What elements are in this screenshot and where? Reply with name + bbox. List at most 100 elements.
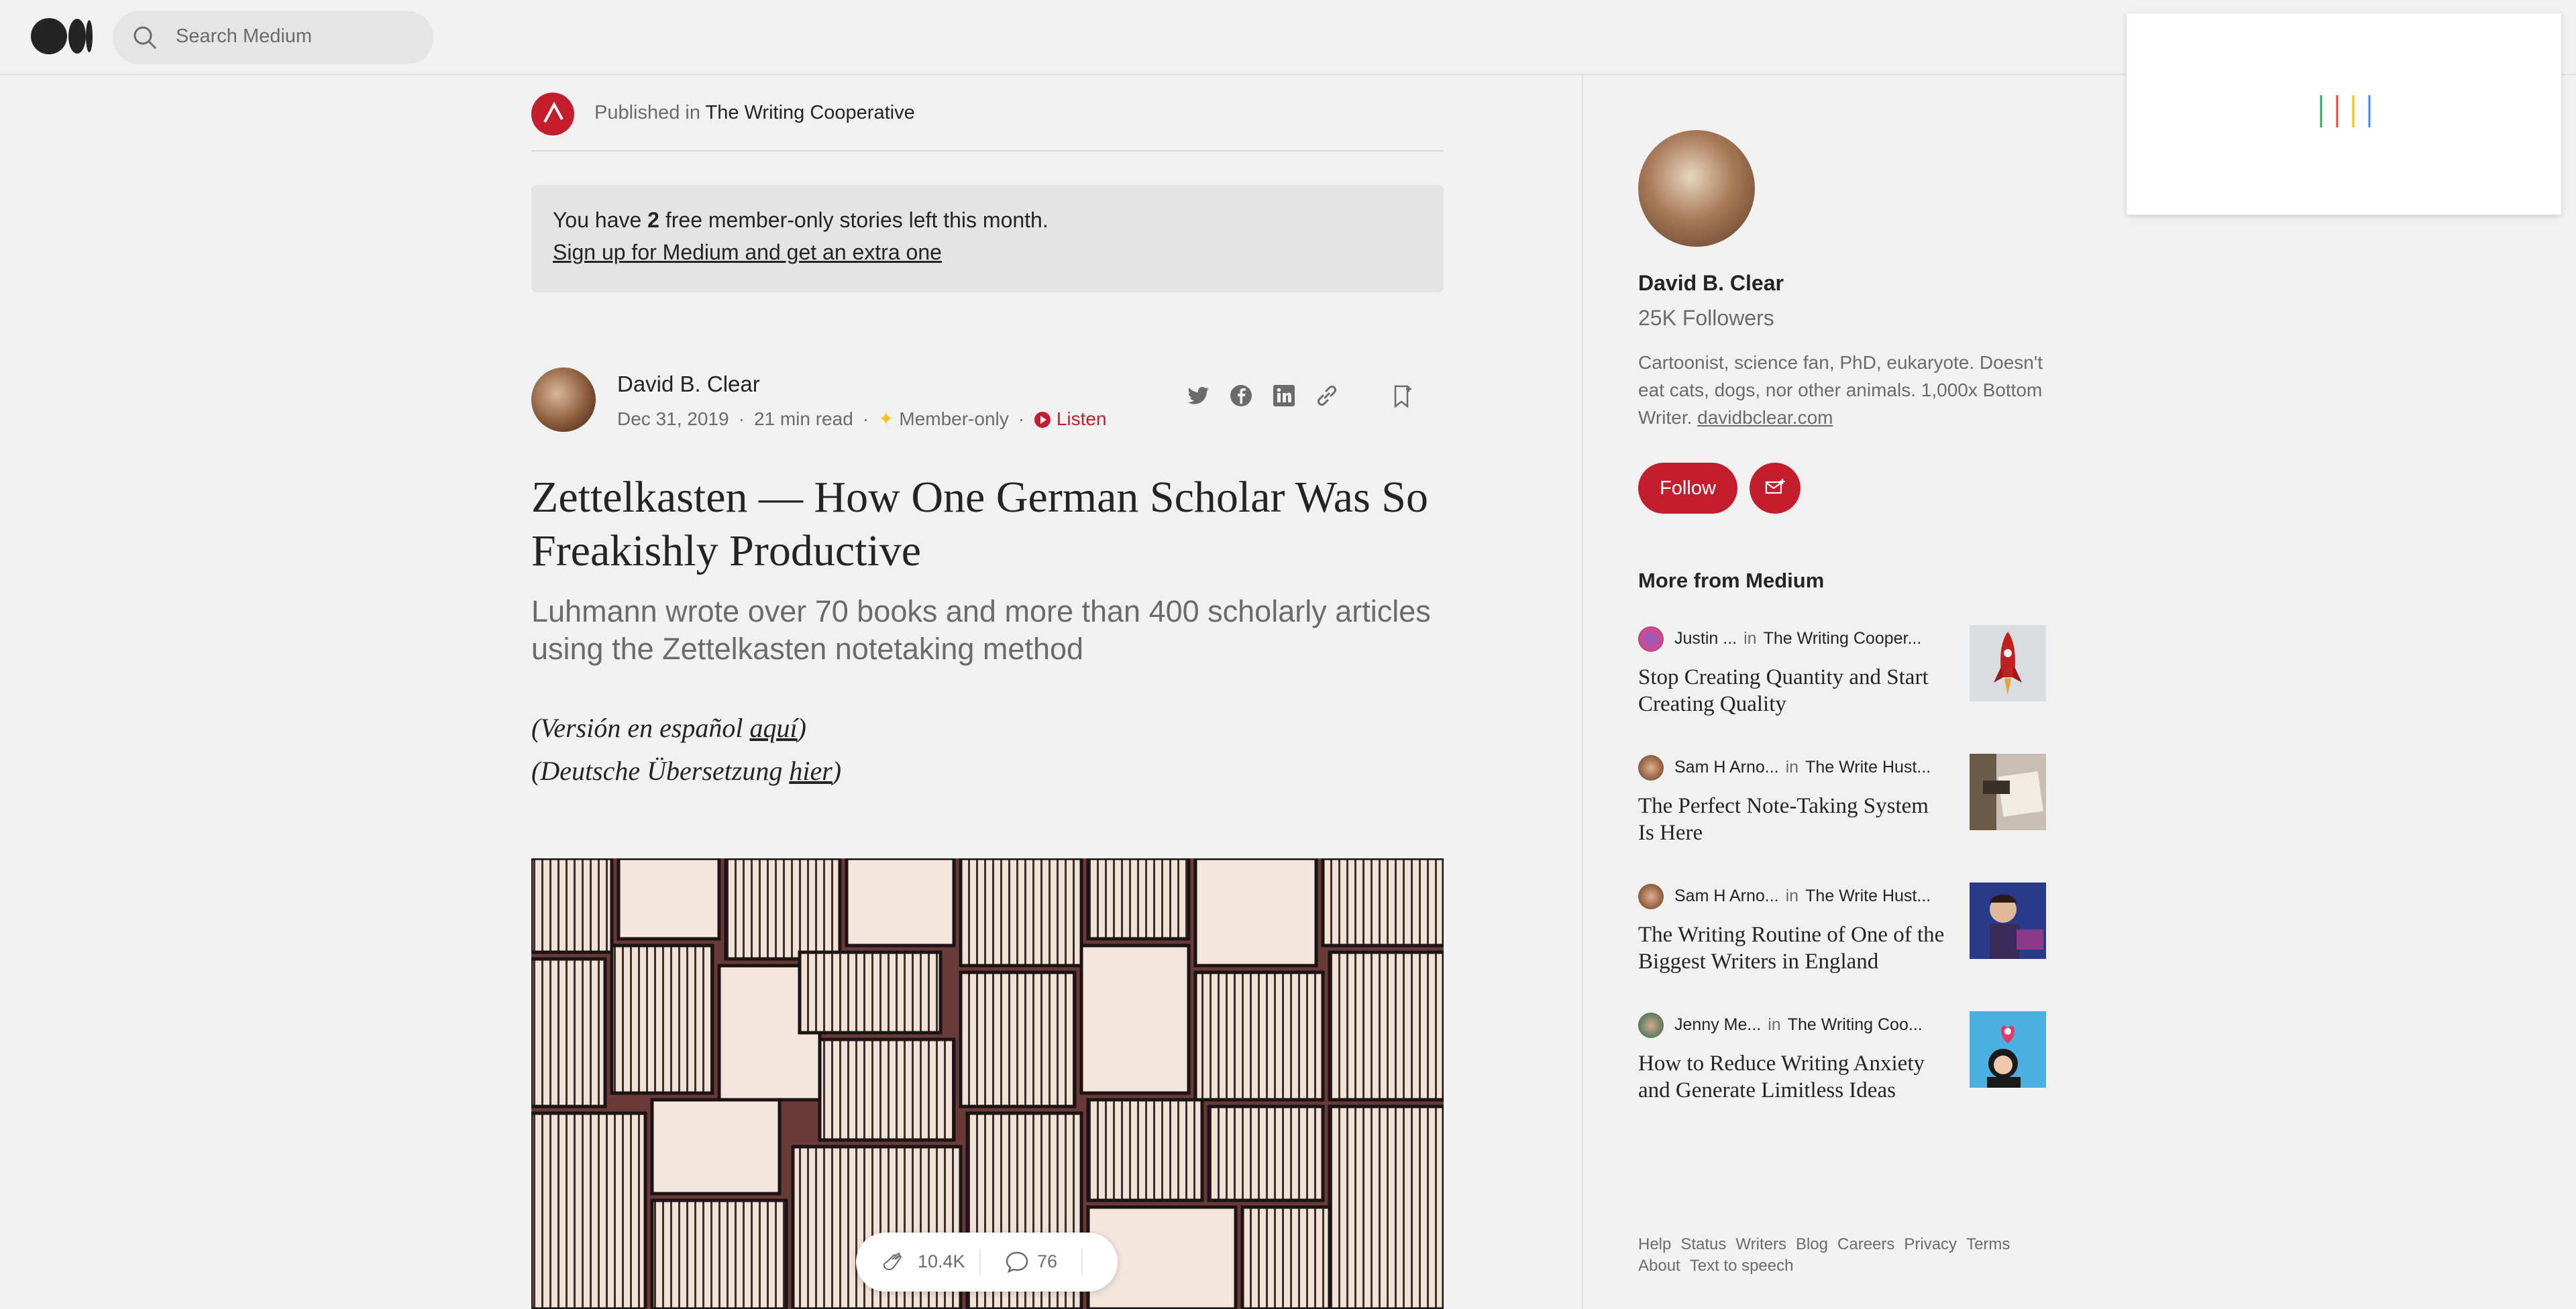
response-icon[interactable] — [1004, 1249, 1030, 1275]
engagement-divider — [979, 1249, 981, 1275]
german-translation-line: (Deutsche Übersetzung hier) — [531, 755, 841, 787]
rec-in: in — [1743, 629, 1757, 648]
rec-in: in — [1785, 887, 1799, 905]
publication-logo-icon[interactable] — [531, 93, 574, 135]
rec-title[interactable]: The Writing Routine of One of the Bigges… — [1638, 921, 1947, 975]
rec-thumbnail[interactable] — [1970, 754, 2046, 830]
loading-popup — [2127, 13, 2561, 215]
more-from-medium-heading: More from Medium — [1638, 569, 1825, 592]
footer-link-text-to-speech[interactable]: Text to speech — [1690, 1257, 1794, 1275]
play-icon — [1034, 412, 1051, 428]
banner-text-post: free member-only stories left this month… — [659, 208, 1049, 232]
german-close: ) — [832, 756, 842, 786]
spanish-translation-line: (Versión en español aquí) — [531, 712, 806, 744]
rec-author-avatar[interactable] — [1638, 626, 1664, 652]
rec-author[interactable]: Sam H Arno... — [1674, 758, 1779, 777]
twitter-icon[interactable] — [1185, 382, 1212, 409]
author-website-link[interactable]: davidbclear.com — [1697, 407, 1833, 428]
mail-plus-icon — [1765, 478, 1785, 494]
clap-count: 10.4K — [918, 1251, 965, 1271]
star-icon: ✦ — [878, 408, 894, 429]
rec-publication[interactable]: The Writing Coo... — [1788, 1015, 1923, 1034]
publish-date: Dec 31, 2019 — [617, 408, 729, 429]
listen-button[interactable]: Listen — [1034, 408, 1107, 429]
rec-in: in — [1785, 758, 1799, 777]
signup-link[interactable]: Sign up for Medium and get an extra one — [553, 240, 942, 265]
rec-thumbnail[interactable] — [1970, 1011, 2046, 1088]
recommended-story[interactable]: Justin ... in The Writing Cooper... Stop C… — [1638, 625, 2054, 734]
rec-thumbnail[interactable] — [1970, 625, 2046, 701]
rec-publication[interactable]: The Write Hust... — [1805, 758, 1931, 777]
footer-link-blog[interactable]: Blog — [1796, 1235, 1828, 1253]
sidebar-author-avatar[interactable] — [1638, 130, 1755, 247]
rec-publication[interactable]: The Writing Cooper... — [1764, 629, 1922, 648]
clap-icon[interactable] — [879, 1247, 908, 1277]
article-title: Zettelkasten — How One German Scholar Wa… — [531, 473, 1428, 575]
footer-link-help[interactable]: Help — [1638, 1235, 1671, 1253]
follower-count[interactable]: 25K Followers — [1638, 306, 1774, 331]
german-text: (Deutsche Übersetzung — [531, 756, 790, 786]
rec-title[interactable]: How to Reduce Writing Anxiety and Genera… — [1638, 1050, 1947, 1104]
footer-links-row-2: About Text to speech — [1638, 1257, 1803, 1275]
rec-author-avatar[interactable] — [1638, 884, 1664, 909]
linkedin-icon[interactable] — [1271, 382, 1297, 409]
rec-title[interactable]: The Perfect Note-Taking System Is Here — [1638, 793, 1947, 846]
rec-author[interactable]: Justin ... — [1674, 629, 1737, 648]
rec-author[interactable]: Sam H Arno... — [1674, 887, 1779, 905]
rec-meta: Sam H Arno... in The Write Hust... — [1674, 887, 1931, 906]
search-bar[interactable]: Search Medium — [113, 11, 433, 64]
rec-meta: Justin ... in The Writing Cooper... — [1674, 629, 1921, 648]
search-icon — [131, 24, 158, 51]
medium-logo-icon[interactable] — [31, 17, 93, 55]
listen-label: Listen — [1056, 408, 1107, 429]
recommended-story[interactable]: Sam H Arno... in The Write Hust... The Per… — [1638, 754, 2054, 862]
rec-author-avatar[interactable] — [1638, 1013, 1664, 1038]
sidebar-author-name[interactable]: David B. Clear — [1638, 271, 1784, 296]
engagement-divider — [1081, 1249, 1083, 1275]
rec-publication[interactable]: The Write Hust... — [1805, 887, 1931, 905]
published-in-prefix: Published in — [594, 102, 700, 123]
banner-message: You have 2 free member-only stories left… — [553, 208, 1049, 233]
rec-author[interactable]: Jenny Me... — [1674, 1015, 1761, 1034]
banner-text-pre: You have — [553, 208, 648, 232]
footer-link-terms[interactable]: Terms — [1966, 1235, 2010, 1253]
member-only-label: Member-only — [899, 408, 1009, 429]
spanish-link[interactable]: aquí — [750, 713, 798, 743]
footer-link-status[interactable]: Status — [1680, 1235, 1726, 1253]
author-bio: Cartoonist, science fan, PhD, eukaryote.… — [1638, 349, 2054, 431]
author-avatar[interactable] — [531, 367, 596, 432]
spanish-close: ) — [797, 713, 806, 743]
loading-spinner-icon — [2318, 93, 2372, 130]
subscribe-email-button[interactable] — [1750, 463, 1801, 514]
rec-in: in — [1768, 1015, 1781, 1034]
copy-link-icon[interactable] — [1313, 382, 1340, 409]
rec-title[interactable]: Stop Creating Quantity and Start Creatin… — [1638, 664, 1947, 718]
sidebar-divider — [1582, 74, 1583, 1309]
bookmark-icon[interactable] — [1389, 382, 1415, 409]
response-count: 76 — [1037, 1251, 1058, 1271]
footer-link-privacy[interactable]: Privacy — [1904, 1235, 1957, 1253]
article-meta: Dec 31, 2019 · 21 min read · ✦ Member-only · … — [617, 408, 1107, 429]
recommended-story[interactable]: Jenny Me... in The Writing Coo... How to R… — [1638, 1011, 2054, 1120]
footer-link-careers[interactable]: Careers — [1837, 1235, 1894, 1253]
publication-link[interactable]: The Writing Cooperative — [706, 102, 915, 123]
footer-link-writers[interactable]: Writers — [1735, 1235, 1786, 1253]
footer-link-about[interactable]: About — [1638, 1257, 1680, 1275]
follow-button[interactable]: Follow — [1638, 463, 1737, 514]
published-in: Published in The Writing Cooperative — [594, 102, 915, 124]
engagement-bar: 10.4K 76 — [856, 1233, 1118, 1292]
article-subtitle: Luhmann wrote over 70 books and more tha… — [531, 594, 1431, 666]
german-link[interactable]: hier — [789, 756, 832, 786]
facebook-icon[interactable] — [1228, 382, 1254, 409]
divider — [531, 150, 1444, 152]
author-name[interactable]: David B. Clear — [617, 372, 760, 397]
rec-author-avatar[interactable] — [1638, 755, 1664, 781]
recommended-story[interactable]: Sam H Arno... in The Write Hust... The Wri… — [1638, 883, 2054, 991]
spanish-text: (Versión en español — [531, 713, 750, 743]
read-time: 21 min read — [753, 408, 853, 429]
member-limit-banner: You have 2 free member-only stories left… — [531, 185, 1444, 292]
rec-meta: Sam H Arno... in The Write Hust... — [1674, 758, 1931, 777]
search-input[interactable]: Search Medium — [176, 25, 312, 48]
free-story-count: 2 — [647, 208, 659, 232]
rec-thumbnail[interactable] — [1970, 883, 2046, 959]
